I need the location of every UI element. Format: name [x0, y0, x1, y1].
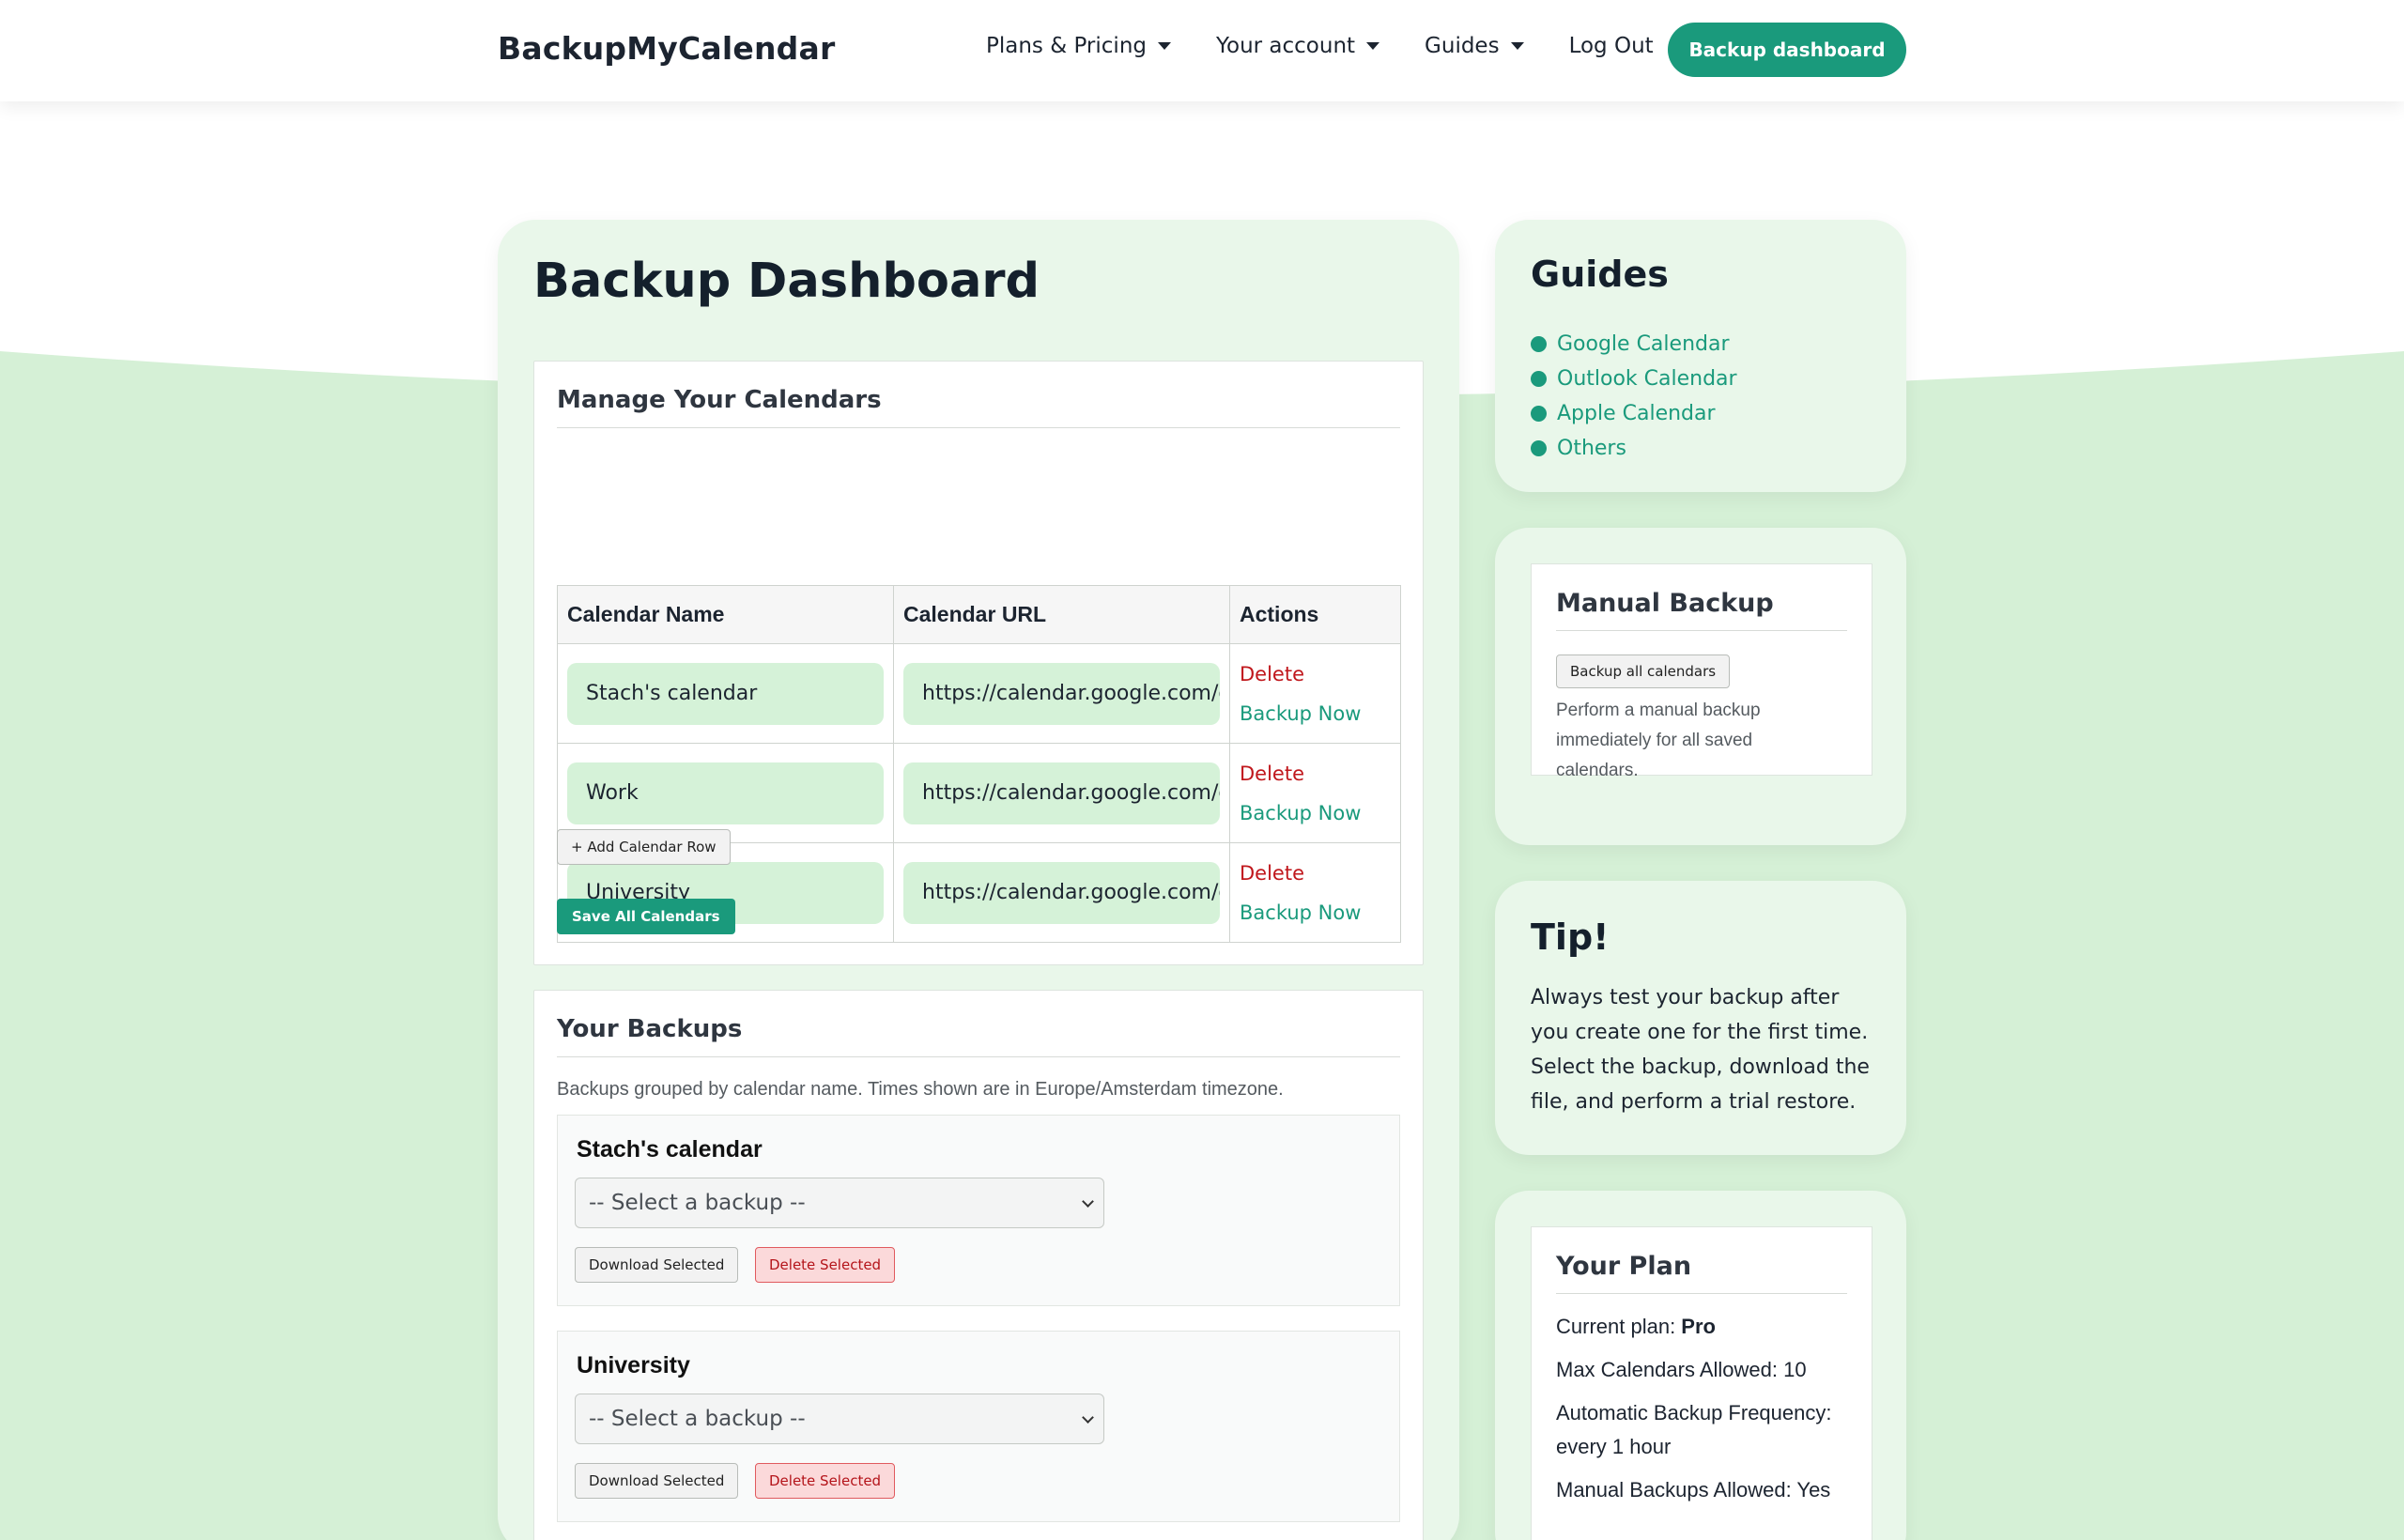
calendar-url-input[interactable]: https://calendar.google.com/ca: [903, 861, 1220, 924]
manage-calendars-panel: Manage Your Calendars Calendar Name Cale…: [533, 361, 1424, 965]
chevron-down-icon: [1510, 42, 1524, 50]
backup-select[interactable]: -- Select a backup --: [575, 1394, 1104, 1444]
select-placeholder: -- Select a backup --: [589, 1191, 806, 1215]
panel-title: Your Plan: [1556, 1252, 1692, 1281]
chevron-down-icon: [1366, 42, 1380, 50]
bullet-icon: [1531, 336, 1547, 352]
chevron-down-icon: [1082, 1411, 1094, 1424]
guides-list: Google Calendar Outlook Calendar Apple C…: [1531, 327, 1737, 466]
tip-title: Tip!: [1531, 916, 1610, 958]
select-placeholder: -- Select a backup --: [589, 1407, 806, 1431]
guides-card: Guides Google Calendar Outlook Calendar …: [1495, 220, 1906, 492]
plan-card: Your Plan Current plan: Pro Max Calendar…: [1495, 1191, 1906, 1540]
guides-title: Guides: [1531, 254, 1669, 295]
guide-link-outlook[interactable]: Outlook Calendar: [1531, 362, 1737, 396]
guide-label: Apple Calendar: [1557, 402, 1716, 425]
group-title: University: [577, 1352, 690, 1378]
manual-backup-card: Manual Backup Backup all calendars Perfo…: [1495, 528, 1906, 845]
guide-link-google[interactable]: Google Calendar: [1531, 327, 1737, 362]
manual-backups-allowed: Manual Backups Allowed: Yes: [1556, 1478, 1831, 1502]
calendar-url-input[interactable]: https://calendar.google.com/ca: [903, 762, 1220, 824]
current-plan-value: Pro: [1681, 1315, 1716, 1338]
backup-dashboard-button[interactable]: Backup dashboard: [1668, 23, 1906, 77]
nav-label: Guides: [1425, 34, 1500, 58]
panel-title: Your Backups: [557, 1015, 743, 1043]
backup-select[interactable]: -- Select a backup --: [575, 1178, 1104, 1228]
divider: [1556, 1293, 1847, 1294]
panel-title: Manual Backup: [1556, 589, 1774, 618]
guide-link-others[interactable]: Others: [1531, 431, 1737, 466]
nav-guides[interactable]: Guides: [1425, 34, 1524, 58]
nav-label: Plans & Pricing: [986, 34, 1147, 58]
add-calendar-row-button[interactable]: + Add Calendar Row: [557, 829, 731, 865]
calendar-url-input[interactable]: https://calendar.google.com/ca: [903, 662, 1220, 725]
main-dashboard-card: Backup Dashboard Manage Your Calendars C…: [498, 220, 1459, 1540]
table-header-row: Calendar Name Calendar URL Actions: [557, 585, 1401, 644]
column-header: Calendar URL: [893, 585, 1230, 644]
tip-card: Tip! Always test your backup after you c…: [1495, 881, 1906, 1155]
delete-selected-button[interactable]: Delete Selected: [755, 1463, 896, 1499]
divider: [1556, 630, 1847, 631]
panel-title: Manage Your Calendars: [557, 386, 882, 414]
download-selected-button[interactable]: Download Selected: [575, 1463, 739, 1499]
delete-calendar-link[interactable]: Delete: [1240, 663, 1391, 685]
table-row: Stach's calendar https://calendar.google…: [557, 643, 1401, 744]
main-nav: Plans & Pricing Your account Guides Log …: [986, 34, 1699, 58]
brand-logo[interactable]: BackupMyCalendar: [498, 30, 835, 67]
delete-selected-button[interactable]: Delete Selected: [755, 1247, 896, 1283]
guide-label: Google Calendar: [1557, 332, 1730, 356]
bullet-icon: [1531, 440, 1547, 456]
backups-note: Backups grouped by calendar name. Times …: [557, 1079, 1284, 1100]
backup-group: University -- Select a backup -- Downloa…: [557, 1331, 1400, 1522]
save-all-calendars-button[interactable]: Save All Calendars: [557, 899, 735, 934]
current-plan-label: Current plan:: [1556, 1315, 1682, 1338]
calendar-name-input[interactable]: Stach's calendar: [567, 662, 884, 725]
column-header: Actions: [1229, 585, 1401, 644]
download-selected-button[interactable]: Download Selected: [575, 1247, 739, 1283]
nav-log-out[interactable]: Log Out: [1569, 34, 1654, 58]
tip-text: Always test your backup after you create…: [1531, 986, 1870, 1114]
backup-all-calendars-button[interactable]: Backup all calendars: [1556, 654, 1731, 688]
calendars-table: Calendar Name Calendar URL Actions Stach…: [557, 585, 1401, 943]
backup-now-link[interactable]: Backup Now: [1240, 802, 1391, 824]
group-title: Stach's calendar: [577, 1136, 763, 1163]
guide-label: Outlook Calendar: [1557, 367, 1737, 391]
chevron-down-icon: [1158, 42, 1171, 50]
top-navbar: BackupMyCalendar Plans & Pricing Your ac…: [0, 0, 2404, 101]
chevron-down-icon: [1082, 1195, 1094, 1208]
guide-link-apple[interactable]: Apple Calendar: [1531, 396, 1737, 431]
divider: [557, 1056, 1400, 1057]
current-plan: Current plan: Pro: [1556, 1310, 1857, 1344]
nav-plans-pricing[interactable]: Plans & Pricing: [986, 34, 1171, 58]
page-title: Backup Dashboard: [533, 254, 1040, 309]
nav-label: Your account: [1216, 34, 1356, 58]
manual-backup-description: Perform a manual backup immediately for …: [1556, 701, 1761, 780]
column-header: Calendar Name: [557, 585, 894, 644]
guide-label: Others: [1557, 437, 1626, 460]
table-row: Work https://calendar.google.com/ca Dele…: [557, 743, 1401, 843]
plan-details: Current plan: Pro Max Calendars Allowed:…: [1556, 1310, 1857, 1507]
bullet-icon: [1531, 371, 1547, 387]
bullet-icon: [1531, 406, 1547, 422]
backup-group: Stach's calendar -- Select a backup -- D…: [557, 1115, 1400, 1306]
backup-frequency: Automatic Backup Frequency: every 1 hour: [1556, 1401, 1832, 1458]
your-backups-panel: Your Backups Backups grouped by calendar…: [533, 990, 1424, 1540]
divider: [557, 427, 1400, 428]
calendar-name-input[interactable]: Work: [567, 762, 884, 824]
delete-calendar-link[interactable]: Delete: [1240, 862, 1391, 885]
nav-label: Log Out: [1568, 34, 1654, 58]
delete-calendar-link[interactable]: Delete: [1240, 762, 1391, 785]
backup-now-link[interactable]: Backup Now: [1240, 901, 1391, 924]
plan-panel: Your Plan Current plan: Pro Max Calendar…: [1531, 1226, 1872, 1540]
max-calendars: Max Calendars Allowed: 10: [1556, 1358, 1807, 1381]
backup-now-link[interactable]: Backup Now: [1240, 702, 1391, 725]
manual-backup-panel: Manual Backup Backup all calendars Perfo…: [1531, 563, 1872, 780]
nav-your-account[interactable]: Your account: [1216, 34, 1380, 58]
